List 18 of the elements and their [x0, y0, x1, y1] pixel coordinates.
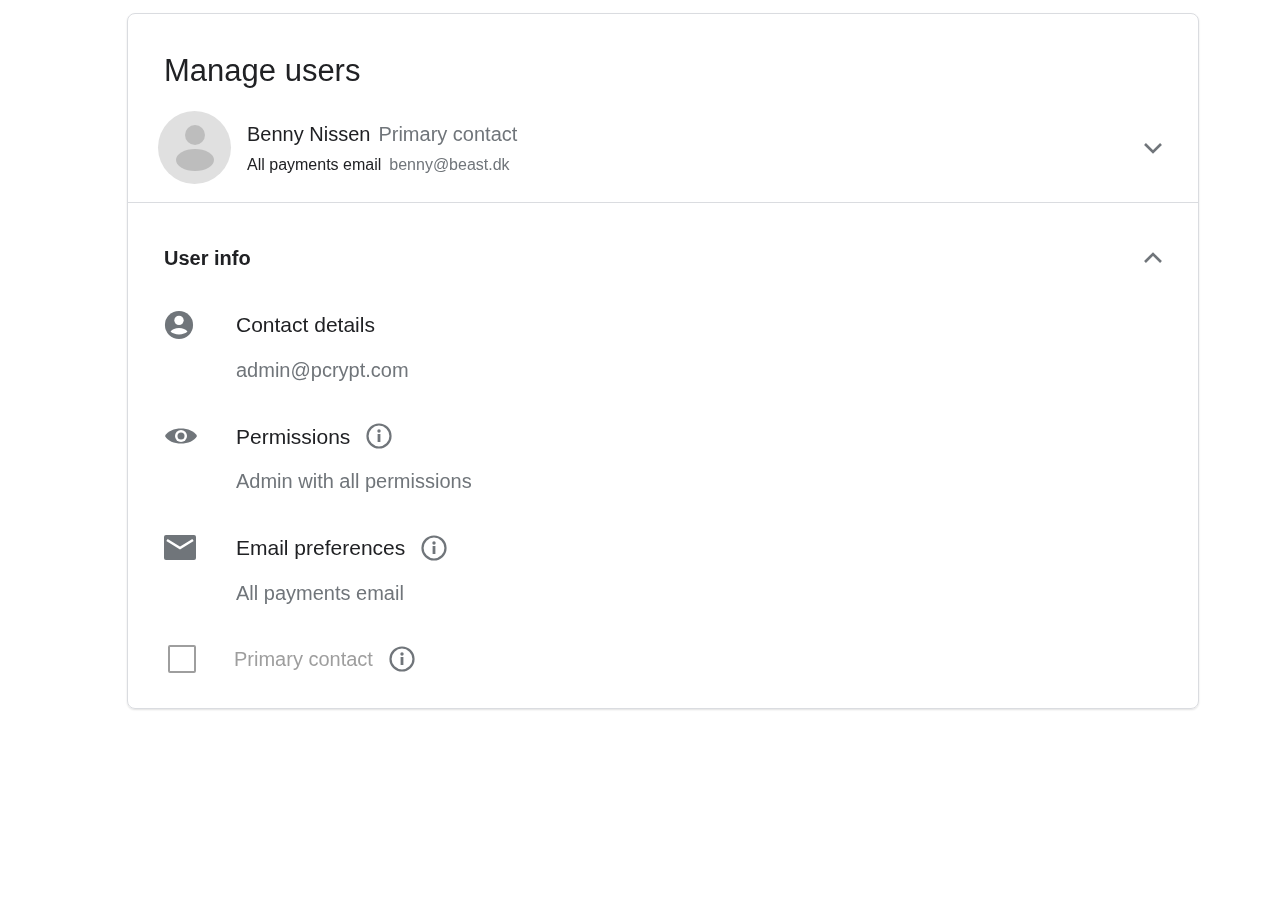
setting-value: All payments email — [236, 580, 405, 606]
setting-value: admin@pcrypt.com — [236, 357, 410, 383]
checkbox-label: Primary contact — [234, 646, 373, 672]
setting-label: Permissions — [236, 423, 351, 450]
email-label: All payments email — [247, 154, 382, 175]
setting-label: Email preferences — [236, 535, 406, 562]
user-name: Benny Nissen — [247, 121, 371, 147]
user-role: Primary contact — [378, 121, 518, 147]
mail-icon — [164, 535, 196, 561]
info-icon[interactable] — [421, 534, 448, 561]
page-title: Manage users — [163, 52, 362, 90]
chevron-down-icon — [1142, 140, 1164, 155]
setting-label: Contact details — [236, 312, 375, 339]
user-email: benny@beast.dk — [389, 154, 510, 175]
section-title: User info — [164, 246, 251, 272]
info-icon[interactable] — [366, 423, 393, 450]
setting-value: Admin with all permissions — [236, 469, 473, 495]
person-icon — [164, 309, 194, 340]
